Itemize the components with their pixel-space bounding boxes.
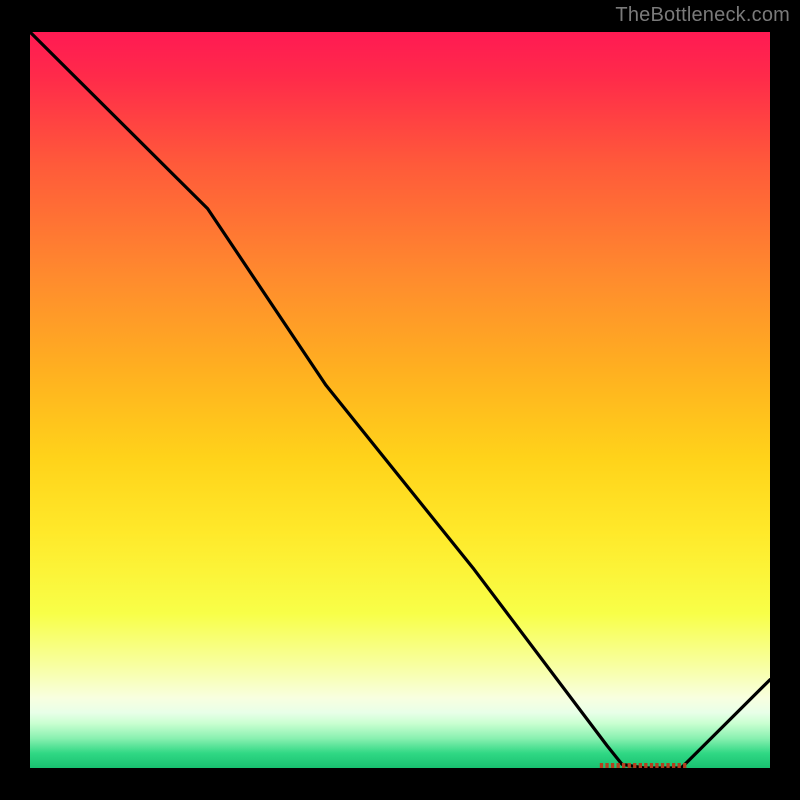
chart-frame: [0, 0, 800, 800]
bottleneck-curve: [30, 32, 770, 768]
chart-svg: [30, 32, 770, 768]
plot-area: [30, 32, 770, 768]
chart-stage: TheBottleneck.com: [0, 0, 800, 800]
